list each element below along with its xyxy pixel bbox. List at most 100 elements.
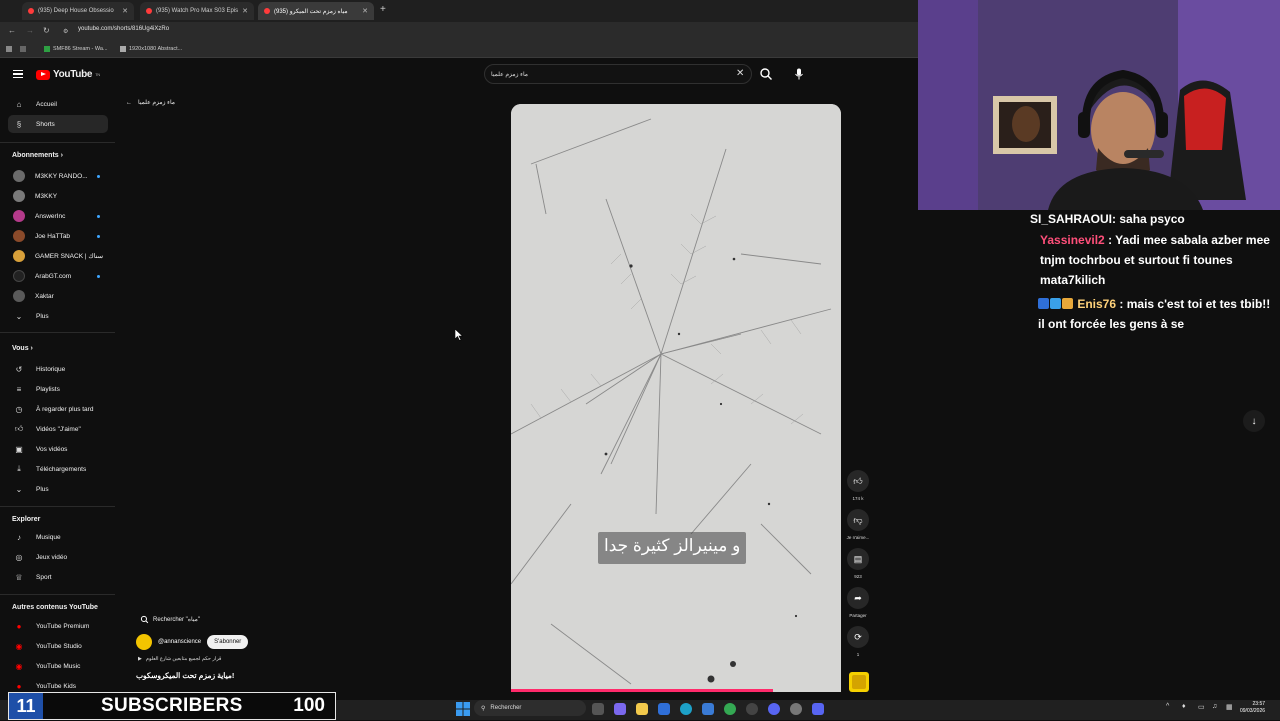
browser-tab[interactable]: (935) Watch Pro Max S03 Epis ✕ [140, 2, 254, 20]
browser-tab[interactable]: (935) Deep House Obsessio ✕ [22, 2, 134, 20]
video-progress-bar[interactable] [511, 689, 773, 692]
avatar [13, 210, 25, 222]
sidebar-item-premium[interactable]: ● YouTube Premium [8, 617, 108, 635]
apps-icon[interactable] [6, 46, 12, 52]
sidebar-item-liked[interactable]: 👍︎ Vidéos "J'aime" [8, 420, 108, 438]
chat-username: Enis76 [1077, 297, 1117, 311]
subscription-item[interactable]: M3KKY RANDO... [8, 167, 108, 185]
subscription-label: M3KKY [35, 192, 58, 200]
sidebar-item-your-videos[interactable]: ▣ Vos vidéos [8, 440, 108, 458]
site-info-icon[interactable]: ⚙ [63, 28, 68, 35]
sidebar-item-music-app[interactable]: ◉ YouTube Music [8, 657, 108, 675]
new-tab-icon[interactable]: + [380, 4, 386, 15]
taskbar-search[interactable]: ⚲ Rechercher [474, 700, 586, 716]
microphone-icon [795, 68, 803, 80]
share-button[interactable]: ➦ Partager [846, 587, 870, 618]
file-explorer-icon[interactable] [636, 703, 648, 715]
dislike-button[interactable]: 👎︎ Je n'aime... [846, 509, 870, 540]
remix-button[interactable]: ⟳ 1 [846, 626, 870, 657]
sidebar-item-sport[interactable]: ♕ Sport [8, 568, 108, 586]
sidebar-item-history[interactable]: ↺ Historique [8, 360, 108, 378]
close-icon[interactable]: ✕ [362, 7, 368, 15]
chat-text: : saha psyco [1112, 212, 1185, 226]
sidebar-item-downloads[interactable]: ⤓ Téléchargements [8, 460, 108, 478]
grid-icon[interactable] [20, 46, 26, 52]
subscriptions-heading[interactable]: Abonnements › [12, 152, 63, 159]
microphone-tray-icon[interactable]: ♦ [1182, 703, 1186, 710]
bookmark-item[interactable]: 1920x1080 Abstract... [120, 46, 182, 52]
url-field[interactable]: youtube.com/shorts/816Ug4iXzRo [78, 26, 169, 32]
subscription-item[interactable]: Xaktar [8, 287, 108, 305]
clear-search-icon[interactable]: ✕ [736, 68, 744, 79]
channel-sound-thumbnail[interactable] [849, 672, 869, 692]
tab-label: (935) Watch Pro Max S03 Epis [156, 8, 239, 14]
chevron-down-icon: ⌄ [15, 311, 23, 321]
bookmark-item[interactable]: SMF86 Stream - Wa... [44, 46, 108, 52]
language-icon[interactable]: ▦ [1226, 703, 1233, 711]
app-icon[interactable] [614, 703, 626, 715]
edge-browser-icon[interactable] [680, 703, 692, 715]
subscription-item[interactable]: AnswerInc [8, 207, 108, 225]
youtube-favicon-icon [28, 8, 34, 14]
comments-button[interactable]: ▤ 923 [846, 548, 870, 579]
system-clock[interactable]: 23:57 09/03/2026 [1240, 701, 1265, 715]
subscribe-button[interactable]: S'abonner [207, 635, 249, 649]
tray-chevron-icon[interactable]: ^ [1166, 703, 1169, 710]
like-button[interactable]: 👍︎ 174 k [846, 470, 870, 501]
volume-icon[interactable]: ♫ [1212, 703, 1217, 710]
back-to-search-button[interactable]: ← ماء زمزم علميا [126, 99, 175, 107]
browser-tab-active[interactable]: (935) مياه زمزم تحت الميكرو ✕ [258, 2, 374, 20]
subscriber-label: SUBSCRIBERS [101, 695, 243, 716]
close-icon[interactable]: ✕ [122, 7, 128, 15]
subscription-label: GAMER SNACK | سناك [35, 253, 104, 260]
sidebar-item-label: Plus [36, 312, 49, 320]
subscriptions-more[interactable]: ⌄ Plus [8, 307, 108, 325]
discord-icon[interactable] [812, 703, 824, 715]
sidebar-item-home[interactable]: ⌂ Accueil [8, 95, 108, 113]
close-icon[interactable]: ✕ [242, 7, 248, 15]
sidebar-item-music[interactable]: ♪ Musique [8, 528, 108, 546]
search-icon [760, 68, 772, 80]
network-icon[interactable]: ▭ [1198, 703, 1205, 711]
app-icon[interactable] [790, 703, 802, 715]
subscription-item[interactable]: Joe HaTTab [8, 227, 108, 245]
voice-search-button[interactable] [791, 66, 807, 82]
app-icon[interactable] [702, 703, 714, 715]
you-heading[interactable]: Vous › [12, 345, 33, 352]
app-icon[interactable] [658, 703, 670, 715]
subscription-item[interactable]: M3KKY [8, 187, 108, 205]
reload-icon[interactable]: ↻ [43, 26, 50, 35]
back-arrow-icon[interactable]: ← [8, 26, 16, 35]
search-input[interactable]: ماء زمزم علميا [484, 64, 752, 84]
sidebar-item-label: Vidéos "J'aime" [36, 425, 81, 433]
forward-arrow-icon[interactable]: → [26, 26, 34, 35]
sidebar-item-playlists[interactable]: ≡ Playlists [8, 380, 108, 398]
chevron-down-icon: ⌄ [15, 484, 23, 494]
next-video-button[interactable]: ↓ [1243, 410, 1265, 432]
channel-name[interactable]: @annanscience [158, 639, 201, 645]
windows-start-icon[interactable] [456, 702, 470, 716]
subscription-item[interactable]: ArabGT.com [8, 267, 108, 285]
shorts-video-player[interactable] [511, 104, 841, 692]
hamburger-menu-icon[interactable] [13, 70, 23, 78]
app-icon[interactable] [746, 703, 758, 715]
chrome-browser-icon[interactable] [724, 703, 736, 715]
sidebar-item-gaming[interactable]: ◎ Jeux vidéo [8, 548, 108, 566]
app-icon[interactable] [768, 703, 780, 715]
task-view-icon[interactable] [592, 703, 604, 715]
play-icon[interactable]: ▶ [138, 656, 142, 662]
channel-avatar[interactable] [136, 634, 152, 650]
search-button[interactable] [758, 66, 774, 82]
subscription-item[interactable]: GAMER SNACK | سناك [8, 247, 108, 265]
video-caption: و مينيرالز كثيرة جدا [598, 532, 747, 564]
shorts-icon: § [16, 119, 22, 129]
related-search-chip[interactable]: Rechercher "مياه" [140, 615, 200, 624]
youtube-logo[interactable]: YouTube TN [36, 69, 100, 80]
avatar [13, 170, 25, 182]
sidebar-item-watch-later[interactable]: ◷ À regarder plus tard [8, 400, 108, 418]
sidebar-item-shorts[interactable]: § Shorts [8, 115, 108, 133]
sidebar-item-more[interactable]: ⌄ Plus [8, 480, 108, 498]
sidebar-item-studio[interactable]: ◉ YouTube Studio [8, 637, 108, 655]
clock-date: 09/03/2026 [1240, 708, 1266, 714]
download-icon: ⤓ [17, 464, 21, 473]
